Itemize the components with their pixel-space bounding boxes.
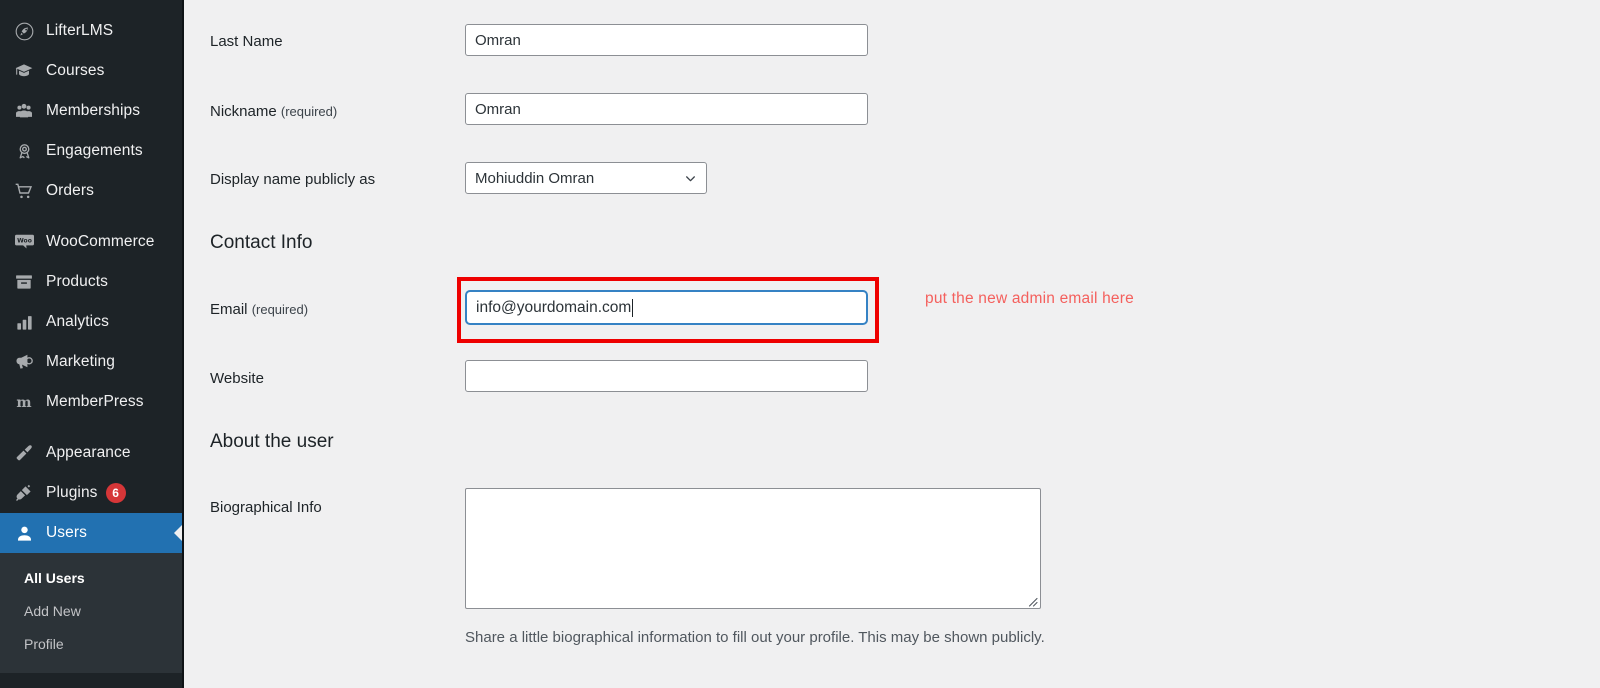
- archive-box-icon: [12, 272, 36, 292]
- plug-icon: [12, 483, 36, 503]
- group-icon: [12, 101, 36, 121]
- user-icon: [12, 523, 36, 543]
- sidebar-item-label: Appearance: [46, 444, 131, 462]
- megaphone-icon: [12, 352, 36, 372]
- sidebar-group-commerce: Woo WooCommerce Products Analytics Marke…: [0, 222, 184, 422]
- display-name-select[interactable]: Mohiuddin Omran: [465, 162, 707, 194]
- biographical-info-label: Biographical Info: [210, 499, 322, 516]
- sidebar-item-label: Analytics: [46, 313, 109, 331]
- svg-text:Woo: Woo: [17, 237, 32, 244]
- nickname-label: Nickname (required): [210, 103, 337, 120]
- resize-handle-icon[interactable]: [1026, 594, 1038, 607]
- sidebar-item-woocommerce[interactable]: Woo WooCommerce: [0, 222, 184, 262]
- sidebar-item-orders[interactable]: Orders: [0, 171, 184, 211]
- sidebar-item-users[interactable]: Users: [0, 513, 184, 553]
- last-name-input[interactable]: [465, 24, 868, 56]
- display-name-label-text: Display name publicly as: [210, 171, 376, 188]
- biographical-info-description: Share a little biographical information …: [465, 629, 1045, 646]
- admin-sidebar: LifterLMS Courses Memberships Engagement…: [0, 0, 184, 688]
- memberpress-m-icon: m: [12, 392, 36, 412]
- email-label: Email (required): [210, 301, 308, 318]
- last-name-label: Last Name: [210, 33, 283, 50]
- sidebar-divider: [0, 211, 184, 222]
- last-name-label-text: Last Name: [210, 33, 283, 50]
- website-input[interactable]: [465, 360, 868, 392]
- sidebar-divider: [0, 422, 184, 433]
- submenu-item-profile[interactable]: Profile: [0, 628, 184, 661]
- sidebar-item-courses[interactable]: Courses: [0, 51, 184, 91]
- sidebar-item-appearance[interactable]: Appearance: [0, 433, 184, 473]
- nickname-label-text: Nickname: [210, 103, 277, 120]
- sidebar-item-label: WooCommerce: [46, 233, 155, 251]
- shopping-cart-icon: [12, 181, 36, 201]
- sidebar-item-label: Courses: [46, 62, 105, 80]
- submenu-item-all-users[interactable]: All Users: [0, 562, 184, 595]
- email-required-note: (required): [251, 302, 309, 317]
- biographical-info-label-text: Biographical Info: [210, 499, 322, 516]
- sidebar-item-lifterlms[interactable]: LifterLMS: [0, 11, 184, 51]
- sidebar-item-plugins[interactable]: Plugins 6: [0, 473, 184, 513]
- sidebar-group-site: Appearance Plugins 6 Users: [0, 433, 184, 553]
- sidebar-group-lifterlms: LifterLMS Courses Memberships Engagement…: [0, 0, 184, 211]
- sidebar-item-label: Memberships: [46, 102, 141, 120]
- text-caret: [632, 298, 634, 317]
- nickname-required-note: (required): [280, 104, 338, 119]
- sidebar-item-memberships[interactable]: Memberships: [0, 91, 184, 131]
- sidebar-item-analytics[interactable]: Analytics: [0, 302, 184, 342]
- sidebar-item-label: Engagements: [46, 142, 143, 160]
- sidebar-item-engagements[interactable]: Engagements: [0, 131, 184, 171]
- about-the-user-heading: About the user: [210, 431, 334, 452]
- email-input[interactable]: info@yourdomain.com: [465, 290, 868, 325]
- wordpress-admin-screen: LifterLMS Courses Memberships Engagement…: [0, 0, 1600, 688]
- display-name-selected-value: Mohiuddin Omran: [475, 169, 595, 187]
- sidebar-item-label: Orders: [46, 182, 94, 200]
- paintbrush-icon: [12, 443, 36, 463]
- submenu-item-add-new[interactable]: Add New: [0, 595, 184, 628]
- sidebar-item-marketing[interactable]: Marketing: [0, 342, 184, 382]
- website-label-text: Website: [210, 370, 264, 387]
- sidebar-item-label: Products: [46, 273, 108, 291]
- svg-text:m: m: [16, 394, 31, 411]
- sidebar-item-memberpress[interactable]: m MemberPress: [0, 382, 184, 422]
- sidebar-item-label: Marketing: [46, 353, 115, 371]
- sidebar-item-label: Users: [46, 524, 87, 542]
- annotation-text: put the new admin email here: [925, 290, 1134, 307]
- email-label-text: Email: [210, 301, 248, 318]
- users-submenu: All Users Add New Profile: [0, 553, 184, 673]
- sidebar-item-label: MemberPress: [46, 393, 144, 411]
- sidebar-item-label: Plugins: [46, 484, 98, 502]
- plugins-update-badge: 6: [105, 483, 126, 503]
- display-name-label: Display name publicly as: [210, 171, 375, 188]
- website-label: Website: [210, 370, 264, 387]
- bar-chart-icon: [12, 312, 36, 332]
- woo-icon: Woo: [12, 232, 36, 252]
- award-ribbon-icon: [12, 141, 36, 161]
- biographical-info-textarea[interactable]: [465, 488, 1041, 609]
- contact-info-heading: Contact Info: [210, 232, 313, 253]
- chevron-down-icon: [683, 171, 697, 185]
- sidebar-item-label: LifterLMS: [46, 22, 114, 40]
- nickname-input[interactable]: [465, 93, 868, 125]
- rocket-icon: [12, 21, 36, 41]
- email-input-value: info@yourdomain.com: [476, 298, 632, 316]
- sidebar-item-products[interactable]: Products: [0, 262, 184, 302]
- graduation-cap-icon: [12, 61, 36, 81]
